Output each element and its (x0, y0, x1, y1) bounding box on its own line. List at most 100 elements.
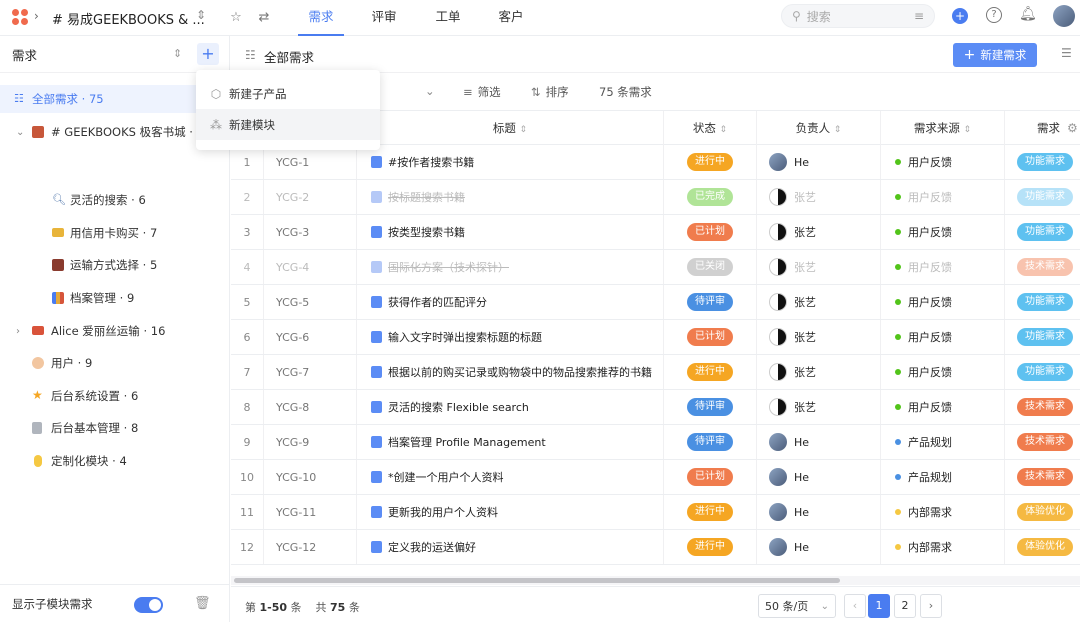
row-status[interactable]: 已完成 (664, 180, 757, 214)
row-type[interactable]: 技术需求 (1005, 390, 1080, 424)
row-status[interactable]: 已计划 (664, 460, 757, 494)
sidebar-item-all[interactable]: ☷ 全部需求 · 75 (0, 85, 229, 113)
table-row[interactable]: 3 YCG-3 按类型搜索书籍 已计划 张艺 用户反馈 功能需求 (231, 215, 1080, 250)
table-row[interactable]: 1 YCG-1 #按作者搜索书籍 进行中 He 用户反馈 功能需求 (231, 145, 1080, 180)
row-status[interactable]: 进行中 (664, 495, 757, 529)
row-owner[interactable]: 张艺 (757, 390, 881, 424)
row-status[interactable]: 待评审 (664, 425, 757, 459)
horizontal-scrollbar[interactable] (231, 576, 1080, 585)
table-row[interactable]: 10 YCG-10 *创建一个用户个人资料 已计划 He 产品规划 技术需求 (231, 460, 1080, 495)
tab-review[interactable]: 评审 (362, 0, 406, 36)
row-owner[interactable]: 张艺 (757, 285, 881, 319)
row-id[interactable]: YCG-4 (264, 250, 357, 284)
chevron-down-icon[interactable]: ⌄ (16, 127, 24, 138)
row-type[interactable]: 体验优化 (1005, 495, 1080, 529)
sidebar-item-archive[interactable]: 档案管理 · 9 (0, 284, 229, 312)
row-type[interactable]: 技术需求 (1005, 425, 1080, 459)
row-owner[interactable]: 张艺 (757, 320, 881, 354)
sidebar-item-system-settings[interactable]: ★ 后台系统设置 · 6 (0, 382, 229, 410)
sidebar-item-flexible-search[interactable]: 🔍︎ 灵活的搜索 · 6 (0, 186, 229, 214)
row-title[interactable]: 灵活的搜索 Flexible search (357, 390, 664, 424)
row-status[interactable]: 待评审 (664, 285, 757, 319)
row-status[interactable]: 已计划 (664, 215, 757, 249)
bell-icon[interactable]: 🔔︎ (1019, 6, 1037, 22)
row-title[interactable]: 定义我的运送偏好 (357, 530, 664, 564)
row-source[interactable]: 用户反馈 (881, 215, 1005, 249)
row-source[interactable]: 内部需求 (881, 530, 1005, 564)
add-circle-icon[interactable]: + (952, 8, 968, 24)
col-owner[interactable]: 负责人 ⇕ (757, 111, 881, 145)
col-status[interactable]: 状态 ⇕ (664, 111, 757, 145)
row-owner[interactable]: 张艺 (757, 180, 881, 214)
row-type[interactable]: 功能需求 (1005, 320, 1080, 354)
row-title[interactable]: #按作者搜索书籍 (357, 145, 664, 179)
chevron-down-icon[interactable]: ⌄ (425, 84, 435, 98)
row-source[interactable]: 内部需求 (881, 495, 1005, 529)
row-id[interactable]: YCG-12 (264, 530, 357, 564)
row-id[interactable]: YCG-2 (264, 180, 357, 214)
row-type[interactable]: 功能需求 (1005, 285, 1080, 319)
row-title[interactable]: 根据以前的购买记录或购物袋中的物品搜索推荐的书籍 (357, 355, 664, 389)
table-row[interactable]: 12 YCG-12 定义我的运送偏好 进行中 He 内部需求 体验优化 (231, 530, 1080, 565)
row-owner[interactable]: He (757, 530, 881, 564)
row-id[interactable]: YCG-5 (264, 285, 357, 319)
page-1-button[interactable]: 1 (868, 594, 890, 618)
table-row[interactable]: 8 YCG-8 灵活的搜索 Flexible search 待评审 张艺 用户反馈 技术需求 (231, 390, 1080, 425)
trash-icon[interactable]: 🗑︎ (194, 596, 211, 611)
row-status[interactable]: 进行中 (664, 530, 757, 564)
row-id[interactable]: YCG-1 (264, 145, 357, 179)
next-page-button[interactable]: › (920, 594, 942, 618)
new-requirement-button[interactable]: + 新建需求 (953, 43, 1037, 67)
menu-item-new-module[interactable]: ⁂ 新建模块 (196, 109, 380, 140)
page-2-button[interactable]: 2 (894, 594, 916, 618)
row-type[interactable]: 体验优化 (1005, 530, 1080, 564)
row-owner[interactable]: He (757, 495, 881, 529)
tab-requirements[interactable]: 需求 (298, 0, 344, 36)
row-source[interactable]: 用户反馈 (881, 355, 1005, 389)
row-id[interactable]: YCG-6 (264, 320, 357, 354)
sidebar-item-shipping[interactable]: 运输方式选择 · 5 (0, 251, 229, 279)
row-id[interactable]: YCG-8 (264, 390, 357, 424)
row-status[interactable]: 已关闭 (664, 250, 757, 284)
chevron-right-icon[interactable]: › (16, 326, 20, 337)
row-title[interactable]: 获得作者的匹配评分 (357, 285, 664, 319)
row-status[interactable]: 进行中 (664, 355, 757, 389)
row-owner[interactable]: He (757, 145, 881, 179)
row-id[interactable]: YCG-7 (264, 355, 357, 389)
row-source[interactable]: 产品规划 (881, 425, 1005, 459)
row-type[interactable]: 功能需求 (1005, 145, 1080, 179)
table-row[interactable]: 9 YCG-9 档案管理 Profile Management 待评审 He 产品规划 技术… (231, 425, 1080, 460)
row-status[interactable]: 待评审 (664, 390, 757, 424)
table-row[interactable]: 11 YCG-11 更新我的用户个人资料 进行中 He 内部需求 体验优化 (231, 495, 1080, 530)
row-type[interactable]: 功能需求 (1005, 355, 1080, 389)
table-row[interactable]: 4 YCG-4 国际化方案（技术探针） 已关闭 张艺 用户反馈 技术需求 (231, 250, 1080, 285)
table-row[interactable]: 5 YCG-5 获得作者的匹配评分 待评审 张艺 用户反馈 功能需求 (231, 285, 1080, 320)
project-name[interactable]: # 易成GEEKBOOKS & ... (52, 9, 205, 28)
col-title[interactable]: 标题 ⇕ (357, 111, 664, 145)
row-id[interactable]: YCG-9 (264, 425, 357, 459)
sidebar-item-geekbooks[interactable]: ⌄ # GEEKBOOKS 极客书城 · 32 (0, 118, 229, 146)
row-title[interactable]: 输入文字时弹出搜索标题的标题 (357, 320, 664, 354)
row-type[interactable]: 技术需求 (1005, 460, 1080, 494)
menu-item-new-subproduct[interactable]: ⬡ 新建子产品 (196, 78, 380, 109)
row-title[interactable]: 更新我的用户个人资料 (357, 495, 664, 529)
row-title[interactable]: *创建一个用户个人资料 (357, 460, 664, 494)
table-row[interactable]: 7 YCG-7 根据以前的购买记录或购物袋中的物品搜索推荐的书籍 进行中 张艺 用户反馈 功… (231, 355, 1080, 390)
help-icon[interactable]: ? (986, 7, 1002, 23)
col-source[interactable]: 需求来源 ⇕ (881, 111, 1005, 145)
avatar[interactable] (1053, 5, 1075, 27)
filter-icon[interactable]: ≡ (914, 9, 924, 23)
row-id[interactable]: YCG-10 (264, 460, 357, 494)
row-owner[interactable]: 张艺 (757, 250, 881, 284)
settings-icon[interactable]: ⚙ (1067, 121, 1078, 135)
row-source[interactable]: 用户反馈 (881, 320, 1005, 354)
project-switch-icon[interactable]: ⇕ (196, 8, 206, 22)
row-source[interactable]: 用户反馈 (881, 145, 1005, 179)
row-type[interactable]: 技术需求 (1005, 250, 1080, 284)
table-row[interactable]: 2 YCG-2 按标题搜索书籍 已完成 张艺 用户反馈 功能需求 (231, 180, 1080, 215)
row-title[interactable]: 按标题搜索书籍 (357, 180, 664, 214)
sidebar-item-users[interactable]: 用户 · 9 (0, 349, 229, 377)
sort-button[interactable]: ⇅ 排序 (531, 84, 569, 100)
prev-page-button[interactable]: ‹ (844, 594, 866, 618)
filter-button[interactable]: ≡ 筛选 (463, 84, 501, 100)
